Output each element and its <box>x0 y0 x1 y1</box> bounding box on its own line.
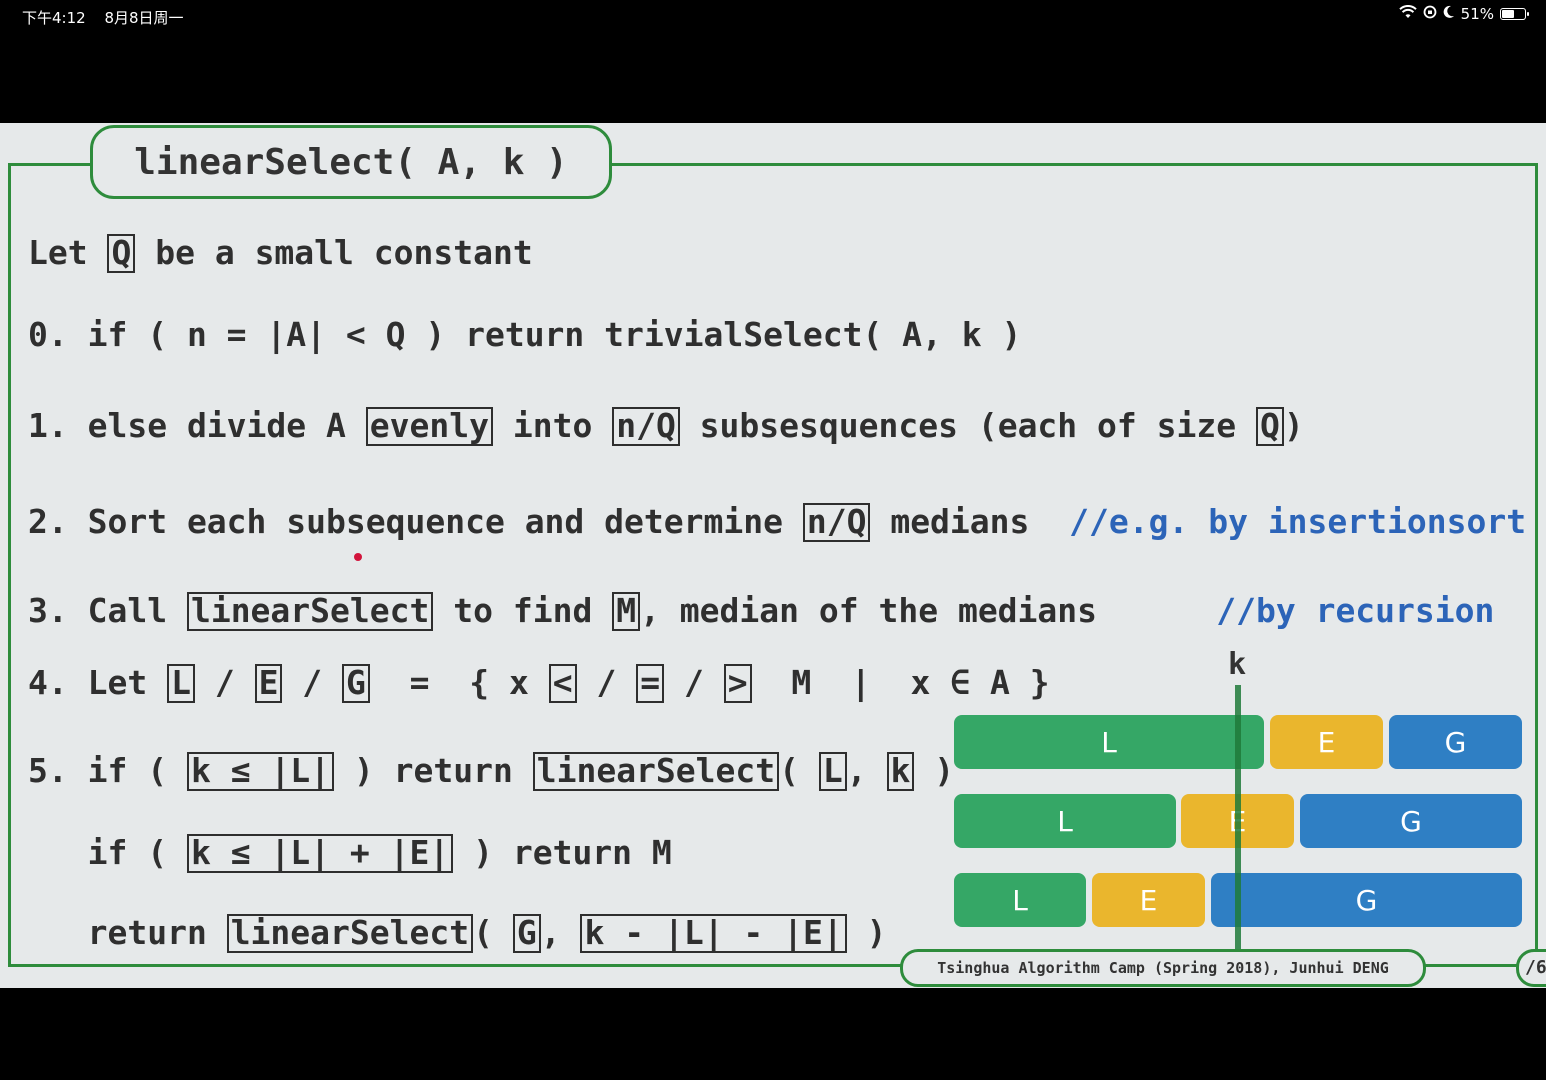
pointer-dot <box>354 553 362 561</box>
slide: linearSelect( A, k ) Let Q be a small co… <box>0 123 1546 988</box>
battery-icon <box>1500 8 1529 20</box>
k-marker-line <box>1235 685 1241 950</box>
line-6: if ( k ≤ |L| + |E| ) return M <box>28 833 672 873</box>
slide-title: linearSelect( A, k ) <box>90 125 612 199</box>
wifi-icon <box>1398 5 1417 23</box>
line-let: Let Q be a small constant <box>28 233 533 273</box>
bar-row1-E: E <box>1270 715 1383 769</box>
bar-row1-L: L <box>954 715 1264 769</box>
line-3: 3. Call linearSelect to find M, median o… <box>28 591 1495 631</box>
line-1: 1. else divide A evenly into n/Q subsesq… <box>28 406 1304 446</box>
line-2: 2. Sort each subsequence and determine n… <box>28 502 1527 542</box>
status-bar: 下午4:12 8月8日周一 51% <box>0 0 1546 32</box>
line-4: 4. Let L / E / G = { x < / = / > M | x ∈… <box>28 663 1050 703</box>
rotation-lock-icon <box>1423 5 1437 23</box>
bar-row3-L: L <box>954 873 1086 927</box>
line-5: 5. if ( k ≤ |L| ) return linearSelect( L… <box>28 751 955 791</box>
bar-row3-G: G <box>1211 873 1522 927</box>
comment-insertionsort: //e.g. by insertionsort <box>1069 502 1527 541</box>
line-7: return linearSelect( G, k - |L| - |E| ) <box>28 913 887 953</box>
moon-icon <box>1443 5 1455 23</box>
comment-recursion: //by recursion <box>1216 591 1495 630</box>
slide-footer: Tsinghua Algorithm Camp (Spring 2018), J… <box>900 949 1426 987</box>
k-label: k <box>1228 647 1247 682</box>
bar-row1-G: G <box>1389 715 1522 769</box>
status-time: 下午4:12 <box>22 9 86 27</box>
battery-percent: 51% <box>1460 5 1494 23</box>
line-0: 0. if ( n = |A| < Q ) return trivialSele… <box>28 315 1022 354</box>
page-number: /6 <box>1516 949 1546 987</box>
status-date: 8月8日周一 <box>104 9 184 27</box>
bar-row2-L: L <box>954 794 1176 848</box>
bar-row2-G: G <box>1300 794 1522 848</box>
bar-row3-E: E <box>1092 873 1205 927</box>
